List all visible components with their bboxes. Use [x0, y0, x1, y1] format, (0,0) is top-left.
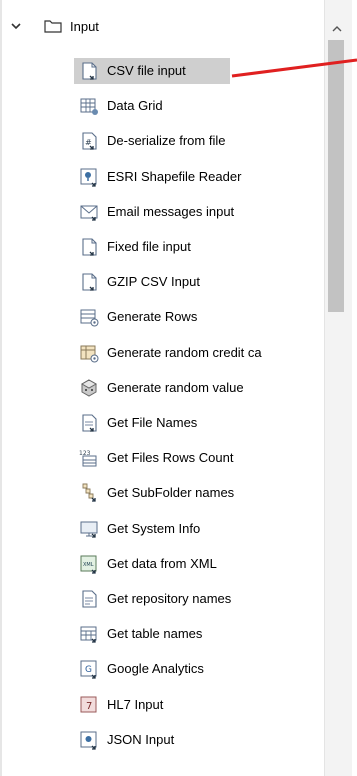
tree-item-label: Data Grid	[107, 98, 163, 113]
tree-item-label: Google Analytics	[107, 661, 204, 676]
scroll-up-arrow-icon[interactable]	[329, 22, 345, 36]
tree-item-label: Email messages input	[107, 204, 235, 219]
tree-item[interactable]: XML Get data from XML	[74, 551, 320, 577]
tree-item-label: GZIP CSV Input	[107, 274, 200, 289]
tree-item-label: Get data from XML	[107, 556, 217, 571]
tree-item[interactable]: JSON Input	[74, 727, 320, 753]
tree-item[interactable]: Get SubFolder names	[74, 480, 320, 506]
tree-item-label: Get table names	[107, 626, 203, 641]
tree-item[interactable]: Email messages input	[74, 199, 320, 225]
tree-group-label: Input	[70, 19, 99, 34]
tree-item-label: De-serialize from file	[107, 133, 226, 148]
tree-item[interactable]: Generate Rows	[74, 304, 320, 330]
panel-border	[0, 0, 2, 776]
tree-item[interactable]: Fixed file input	[74, 234, 320, 260]
tree-item-label: JSON Input	[107, 732, 175, 747]
tree-item[interactable]: Data Grid	[74, 93, 320, 119]
tree-item-label: CSV file input	[107, 63, 186, 78]
tree-item-label: Get SubFolder names	[107, 485, 235, 500]
rows-count-icon: 123	[79, 450, 97, 467]
tree-item[interactable]: Generate random credit ca	[74, 340, 320, 366]
tree-item[interactable]: GZIP CSV Input	[74, 269, 320, 295]
tree-item-label: Fixed file input	[107, 239, 191, 254]
tree-group-input[interactable]: Input	[0, 16, 320, 40]
repository-icon	[82, 590, 97, 608]
tree-item[interactable]: ESRI Shapefile Reader	[74, 164, 320, 190]
tree-item[interactable]: Get System Info	[74, 516, 320, 542]
table-names-icon	[80, 626, 97, 643]
tree-item-label: Get File Names	[107, 415, 198, 430]
folder-icon	[44, 20, 62, 33]
system-info-icon	[80, 521, 98, 538]
tree-item-label: Generate random value	[107, 380, 244, 395]
svg-text:7: 7	[86, 701, 92, 712]
tree-item[interactable]: Get repository names	[74, 586, 320, 612]
json-icon	[80, 731, 97, 750]
shapefile-icon	[80, 168, 97, 187]
red-arrow-annotation	[231, 58, 357, 78]
subfolder-icon	[82, 483, 96, 502]
fixed-file-icon	[82, 238, 97, 256]
tree-item-label: Get Files Rows Count	[107, 450, 234, 465]
tree-item-label: Generate random credit ca	[107, 345, 262, 360]
file-names-icon	[82, 414, 97, 432]
svg-text:G: G	[85, 665, 92, 675]
tree-item[interactable]: Generate random value	[74, 375, 320, 401]
tree-item-label: Get System Info	[107, 521, 201, 536]
scroll-thumb[interactable]	[328, 40, 344, 312]
svg-text:XML: XML	[83, 562, 94, 568]
vertical-scrollbar[interactable]	[320, 0, 357, 776]
tree-item-label: Get repository names	[107, 591, 232, 606]
tree-item[interactable]: Get table names	[74, 621, 320, 647]
google-analytics-icon: G	[80, 660, 97, 679]
svg-text:#: #	[85, 138, 92, 147]
tree-item[interactable]: Get File Names	[74, 410, 320, 436]
deserialize-icon: #	[82, 132, 97, 150]
tree-item-label: Generate Rows	[107, 309, 198, 324]
random-value-icon	[80, 379, 98, 397]
tree-item[interactable]: # De-serialize from file	[74, 128, 320, 154]
generate-rows-icon	[80, 309, 99, 327]
data-grid-icon	[80, 98, 98, 115]
step-tree-panel: Input CSV file input Data Grid # De-seriali…	[0, 0, 357, 776]
xml-icon: XML	[80, 555, 97, 574]
hl7-icon: 7	[80, 696, 97, 713]
gzip-csv-icon	[82, 273, 97, 291]
tree-item-label: ESRI Shapefile Reader	[107, 169, 242, 184]
tree-item[interactable]: 123 Get Files Rows Count	[74, 445, 320, 471]
csv-file-icon	[82, 62, 97, 80]
credit-card-icon	[80, 345, 99, 363]
email-icon	[80, 205, 98, 221]
chevron-down-icon[interactable]	[9, 19, 23, 33]
tree-item[interactable]: 7 HL7 Input	[74, 692, 320, 718]
tree-item-label: HL7 Input	[107, 697, 164, 712]
tree-item[interactable]: G Google Analytics	[74, 656, 320, 682]
